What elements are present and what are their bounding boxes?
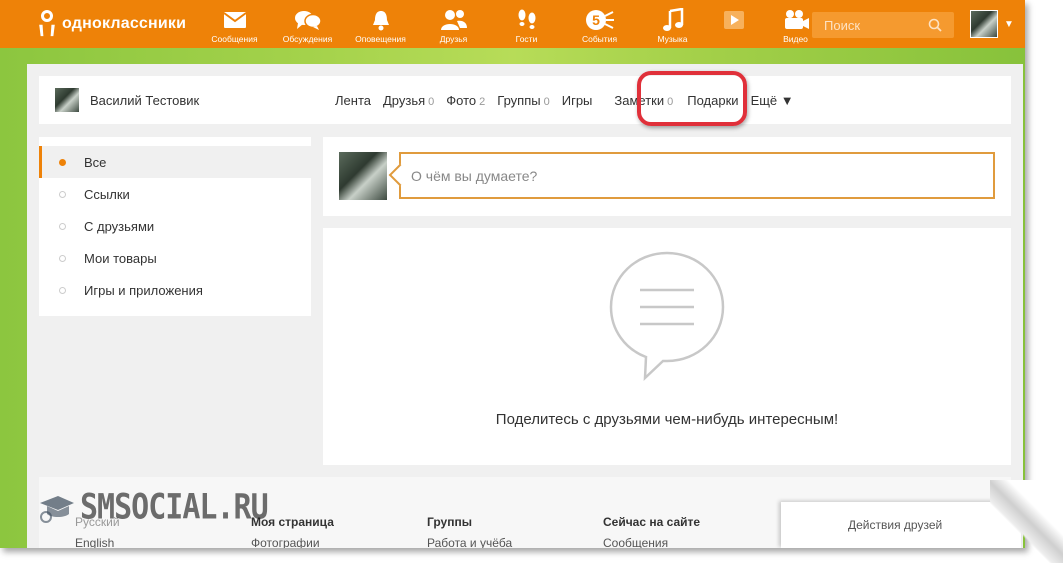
video-play-icon	[722, 8, 746, 32]
page-curl-decoration	[990, 480, 1063, 563]
nav-video-play[interactable]	[709, 8, 759, 48]
footer-col-groups: Группы Работа и учёба	[427, 515, 513, 548]
nav-friends[interactable]: Друзья	[417, 8, 490, 48]
music-note-icon	[662, 8, 684, 32]
ok-logo-icon	[38, 9, 56, 39]
bell-icon	[370, 8, 392, 32]
filter-my-goods[interactable]: Мои товары	[39, 242, 311, 274]
nav-discussions[interactable]: Обсуждения	[271, 8, 344, 48]
nav-notifications[interactable]: Оповещения	[344, 8, 417, 48]
watermark-logo: SMSOCIAL.RU	[38, 487, 269, 528]
user-avatar	[970, 10, 998, 38]
top-navigation-bar: одноклассники Сообщения Обсуждения Опове…	[0, 0, 1025, 48]
nav-messages[interactable]: Сообщения	[198, 8, 271, 48]
profile-avatar[interactable]	[55, 88, 79, 112]
tab-groups[interactable]: Группы 0	[497, 93, 549, 108]
tab-more[interactable]: Ещё ▼	[751, 93, 794, 108]
footprints-icon	[515, 8, 539, 32]
footer-col-online: Сейчас на сайте Сообщения	[603, 515, 701, 548]
profile-bar: Василий Тестовик Лента Друзья 0 Фото 2 Гру…	[39, 76, 1011, 124]
bullet-icon	[59, 223, 66, 230]
search-box	[812, 12, 954, 38]
search-icon[interactable]	[928, 18, 942, 37]
notes-tab-highlight	[637, 71, 747, 126]
events-badge: 5	[592, 12, 600, 28]
friends-activity-panel[interactable]: Действия друзей	[781, 502, 1021, 548]
post-composer: О чём вы думаете?	[323, 137, 1011, 216]
chevron-down-icon: ▼	[1004, 18, 1014, 30]
tab-photos[interactable]: Фото 2	[446, 93, 485, 108]
tab-games[interactable]: Игры	[562, 93, 593, 108]
speech-bubble-icon	[608, 250, 726, 387]
bullet-icon	[59, 287, 66, 294]
filter-with-friends[interactable]: С друзьями	[39, 210, 311, 242]
graduation-cap-icon	[40, 495, 74, 523]
tab-friends[interactable]: Друзья 0	[383, 93, 434, 108]
events-icon: 5	[585, 8, 615, 32]
nav-guests[interactable]: Гости	[490, 8, 563, 48]
bullet-icon	[59, 159, 66, 166]
envelope-icon	[222, 8, 247, 32]
filter-all[interactable]: Все	[39, 146, 311, 178]
browser-frame: одноклассники Сообщения Обсуждения Опове…	[0, 0, 1025, 548]
active-indicator	[39, 146, 42, 178]
site-logo[interactable]: одноклассники	[38, 9, 198, 39]
profile-name[interactable]: Василий Тестовик	[90, 93, 335, 108]
friends-icon	[440, 8, 468, 32]
composer-avatar	[339, 152, 387, 200]
logo-text: одноклассники	[62, 15, 187, 32]
user-menu[interactable]: ▼	[970, 10, 1014, 38]
feed-filter-panel: Все Ссылки С друзьями Мои товары Игры и …	[39, 137, 311, 316]
filter-games-apps[interactable]: Игры и приложения	[39, 274, 311, 306]
tab-feed[interactable]: Лента	[335, 93, 371, 108]
camera-icon	[782, 8, 810, 32]
top-nav-icons: Сообщения Обсуждения Оповещения Друзья Г…	[198, 0, 832, 48]
nav-music[interactable]: Музыка	[636, 8, 709, 48]
search-input[interactable]	[824, 17, 929, 33]
bullet-icon	[59, 191, 66, 198]
post-input[interactable]: О чём вы думаете?	[399, 152, 995, 199]
nav-events[interactable]: 5 События	[563, 8, 636, 48]
empty-feed: Поделитесь с друзьями чем-нибудь интерес…	[323, 228, 1011, 465]
bullet-icon	[59, 255, 66, 262]
filter-links[interactable]: Ссылки	[39, 178, 311, 210]
chat-bubbles-icon	[294, 8, 322, 32]
empty-feed-message: Поделитесь с друзьями чем-нибудь интерес…	[495, 411, 839, 428]
